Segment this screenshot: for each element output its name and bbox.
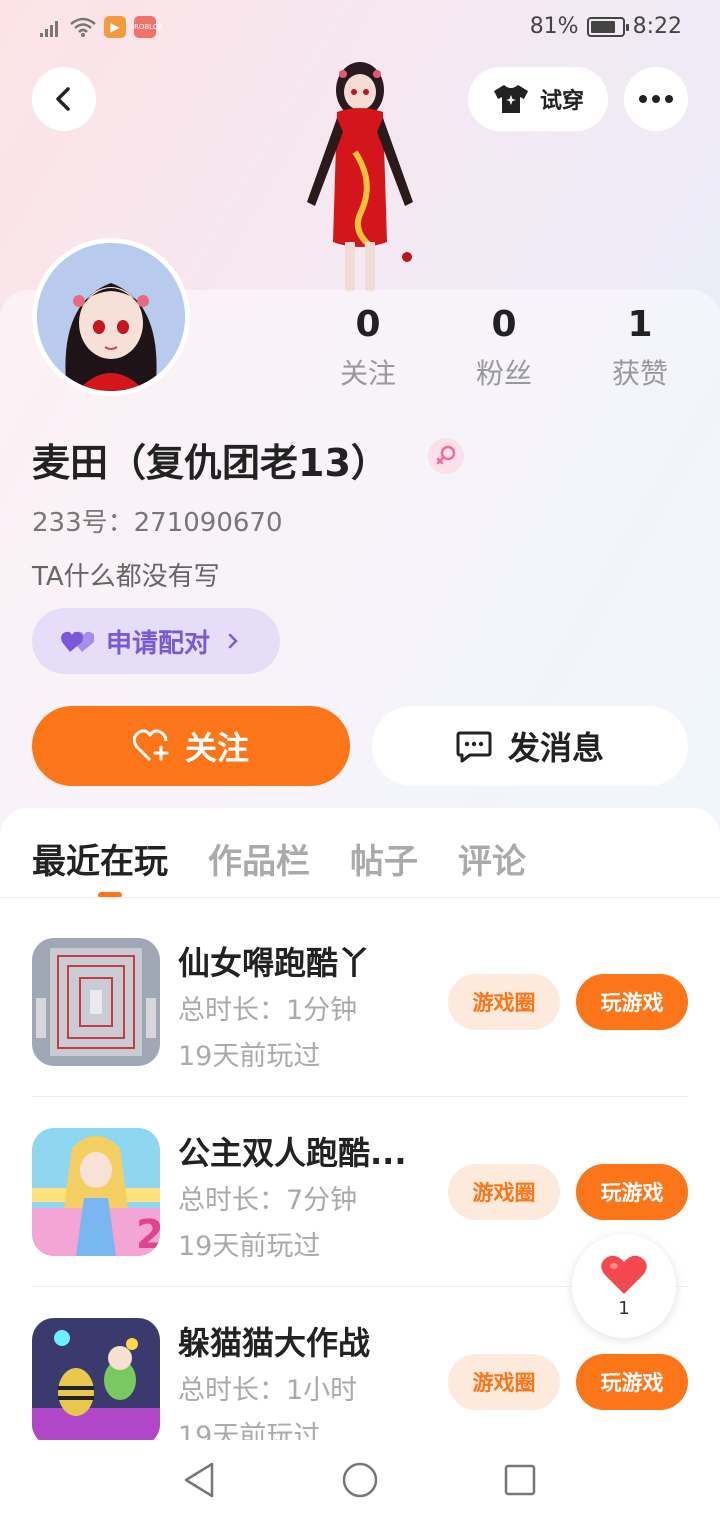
- clock: 8:22: [632, 14, 682, 39]
- more-dots-icon: [639, 95, 673, 103]
- followers-count: 0: [491, 304, 517, 345]
- game-last-played: 19天前玩过: [178, 1231, 321, 1262]
- game-duration: 总时长：7分钟: [178, 1185, 358, 1216]
- try-on-button[interactable]: 试穿: [468, 67, 608, 131]
- game-thumbnail[interactable]: [32, 938, 160, 1066]
- play-game-button[interactable]: 玩游戏: [576, 1164, 688, 1220]
- heart-icon: [601, 1255, 647, 1294]
- heart-plus-icon: [132, 729, 169, 762]
- stat-following[interactable]: 0 关注: [300, 300, 436, 392]
- game-title: 公主双人跑酷...: [178, 1134, 407, 1172]
- chevron-left-icon: [56, 87, 70, 111]
- play-game-button[interactable]: 玩游戏: [576, 974, 688, 1030]
- stat-followers[interactable]: 0 粉丝: [436, 300, 572, 392]
- tab-recent-games[interactable]: 最近在玩: [32, 834, 168, 883]
- chat-bubble-icon: [456, 731, 492, 763]
- nav-back-icon[interactable]: [180, 1460, 220, 1500]
- tab-posts[interactable]: 帖子: [350, 834, 418, 883]
- message-label: 发消息: [507, 729, 604, 767]
- tab-works[interactable]: 作品栏: [208, 834, 310, 883]
- nav-home-icon[interactable]: [340, 1460, 380, 1500]
- profile-tabs: 最近在玩 作品栏 帖子 评论: [32, 834, 526, 883]
- following-label: 关注: [339, 357, 396, 390]
- likes-count: 1: [627, 304, 653, 345]
- like-count: 1: [618, 1297, 630, 1319]
- wifi-icon: [70, 17, 96, 37]
- row-divider: [32, 1096, 688, 1097]
- game-circle-button[interactable]: 游戏圈: [448, 974, 560, 1030]
- profile-name: 麦田（复仇团老13）: [32, 441, 389, 485]
- game-duration: 总时长：1小时: [178, 1375, 358, 1406]
- avatar-3d-figure: [307, 62, 413, 292]
- game-thumbnail[interactable]: 2: [32, 1128, 160, 1256]
- app-icon: ROBLOX: [134, 16, 163, 38]
- send-message-button[interactable]: 发消息: [372, 706, 688, 786]
- video-app-icon: ▶: [104, 16, 126, 38]
- tabs-divider: [0, 897, 720, 898]
- game-circle-button[interactable]: 游戏圈: [448, 1164, 560, 1220]
- system-nav-bar: [0, 1440, 720, 1520]
- followers-label: 粉丝: [475, 357, 532, 390]
- follow-button[interactable]: 关注: [32, 706, 350, 786]
- try-on-label: 试穿: [539, 89, 584, 114]
- battery-icon: [586, 16, 629, 37]
- status-right: 81% 8:22: [530, 14, 682, 39]
- shirt-icon: [493, 85, 528, 113]
- user-id: 233号：271090670: [32, 508, 283, 538]
- pair-label: 申请配对: [106, 628, 211, 659]
- double-heart-icon: [61, 631, 94, 652]
- pair-request-button[interactable]: 申请配对: [32, 608, 280, 674]
- like-float-button[interactable]: 1: [572, 1234, 676, 1338]
- status-left: ▶ ROBLOX: [40, 16, 163, 38]
- profile-stats: 0 关注 0 粉丝 1 获赞: [300, 300, 720, 392]
- back-button[interactable]: [32, 67, 96, 131]
- game-thumbnail[interactable]: [32, 1318, 160, 1446]
- game-title: 躲猫猫大作战: [178, 1324, 371, 1362]
- game-row[interactable]: 仙女嘚跑酷丫 总时长：1分钟 19天前玩过 游戏圈 玩游戏: [32, 938, 688, 1128]
- likes-label: 获赞: [611, 357, 668, 390]
- nav-recents-icon[interactable]: [500, 1460, 540, 1500]
- game-circle-button[interactable]: 游戏圈: [448, 1354, 560, 1410]
- game-duration: 总时长：1分钟: [178, 995, 358, 1026]
- user-bio: TA什么都没有写: [32, 562, 220, 592]
- tab-comments[interactable]: 评论: [458, 834, 526, 883]
- chevron-right-icon: [228, 633, 238, 649]
- stat-likes[interactable]: 1 获赞: [572, 300, 708, 392]
- following-count: 0: [355, 304, 381, 345]
- battery-percent: 81%: [529, 14, 579, 39]
- game-title: 仙女嘚跑酷丫: [178, 944, 371, 982]
- game-last-played: 19天前玩过: [178, 1041, 321, 1072]
- follow-label: 关注: [184, 729, 249, 767]
- play-game-button[interactable]: 玩游戏: [576, 1354, 688, 1410]
- svg-text:2: 2: [136, 1212, 160, 1256]
- signal-icon: [40, 17, 62, 37]
- more-button[interactable]: [624, 67, 688, 131]
- female-icon: [428, 438, 464, 474]
- avatar[interactable]: [32, 238, 190, 396]
- status-bar: ▶ ROBLOX 81% 8:22: [0, 0, 720, 56]
- battery-fill: [590, 20, 615, 33]
- avatar-image: [37, 243, 185, 391]
